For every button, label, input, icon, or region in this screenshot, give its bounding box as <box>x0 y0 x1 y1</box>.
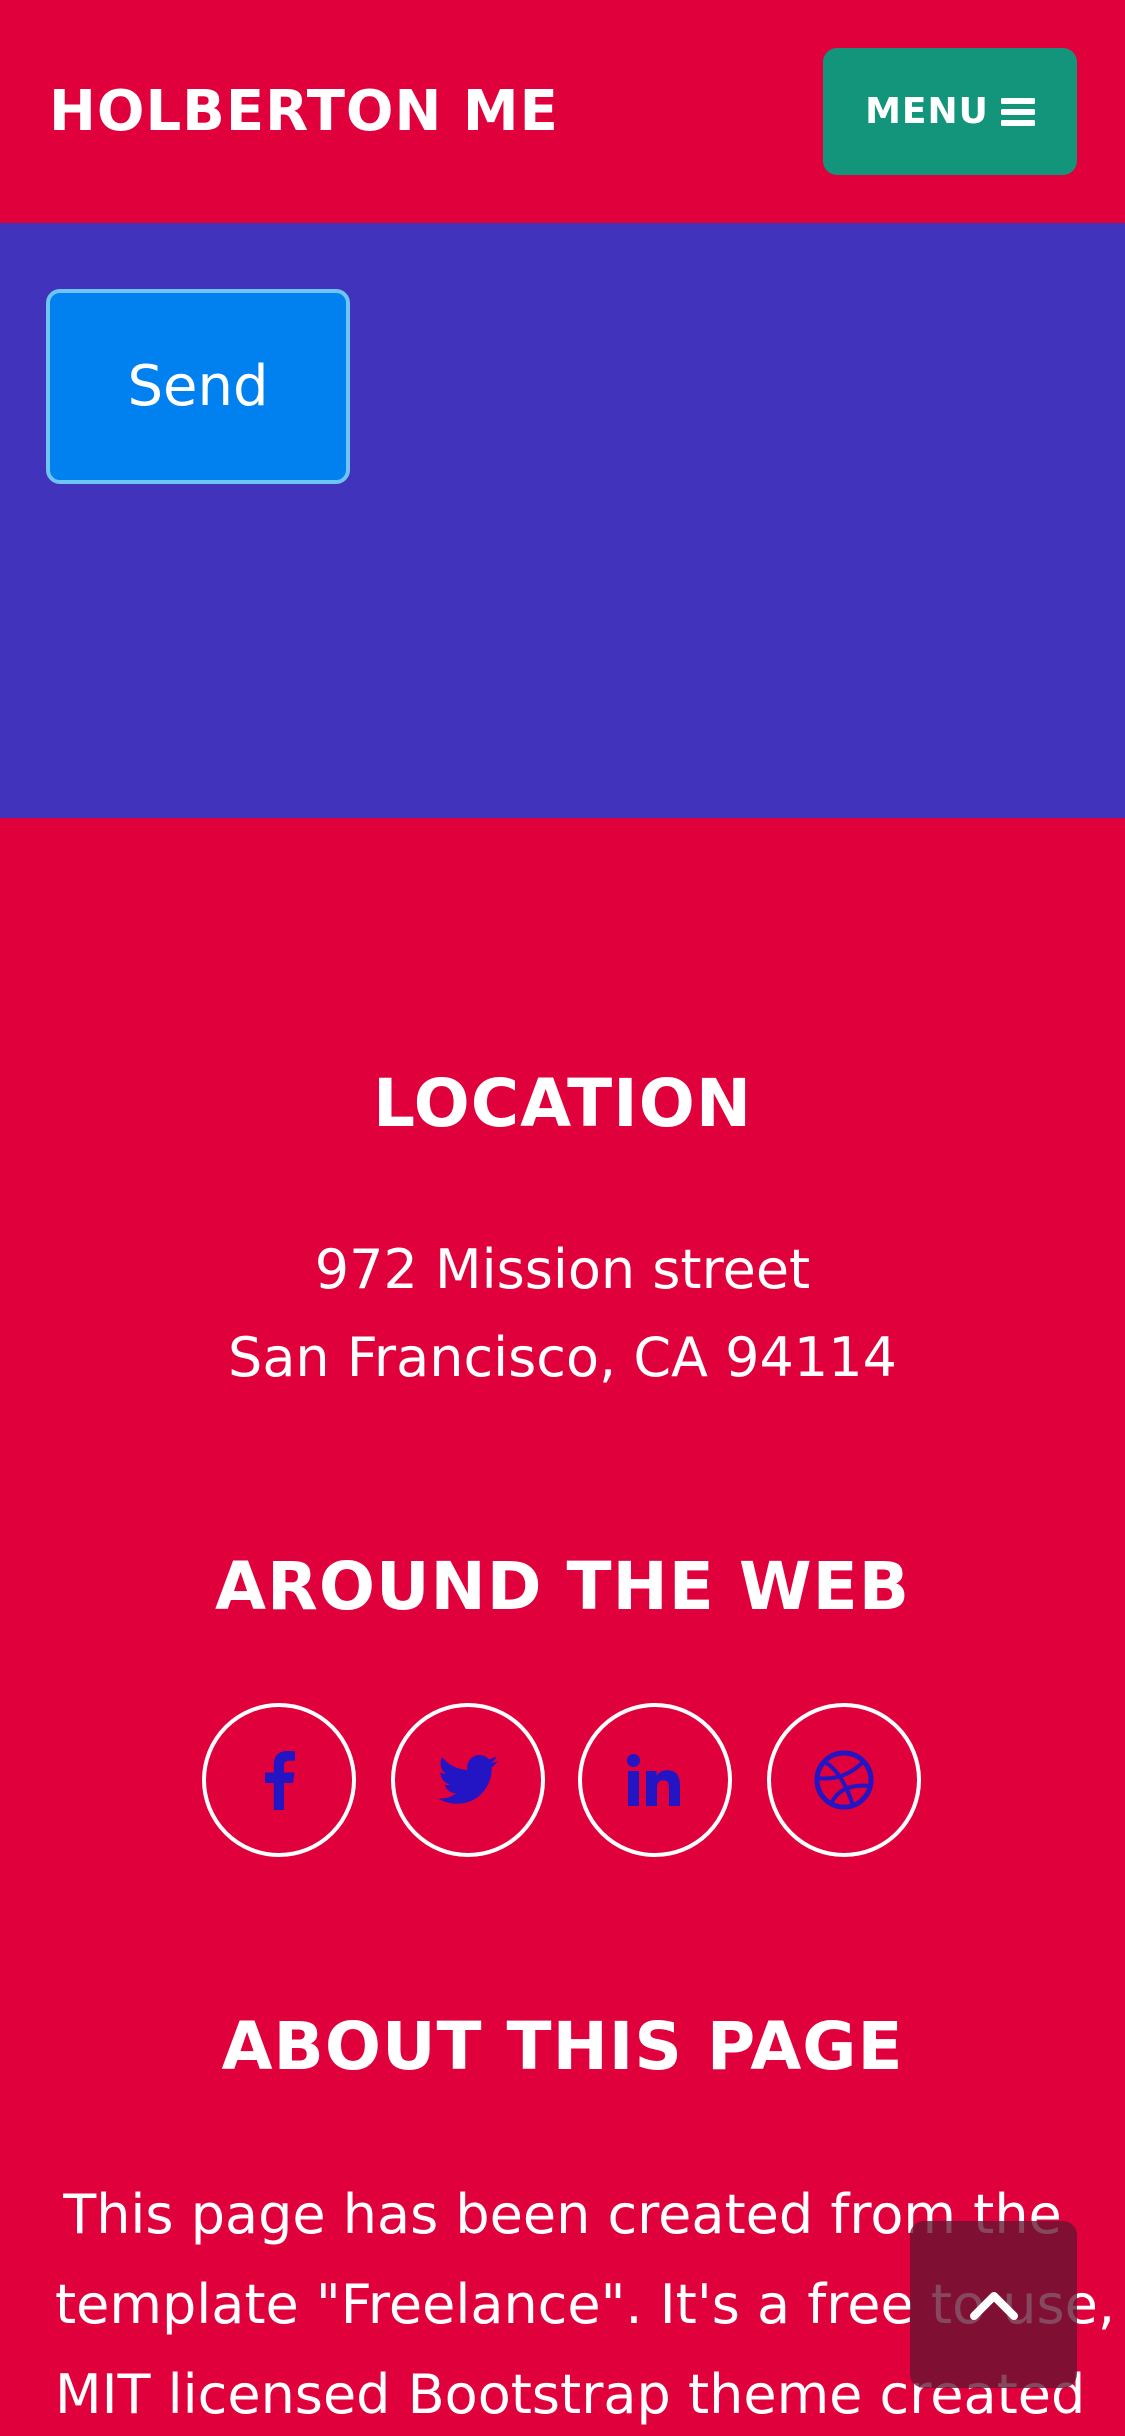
dribbble-button[interactable] <box>767 1703 921 1857</box>
facebook-button[interactable] <box>202 1703 356 1857</box>
twitter-button[interactable] <box>391 1703 545 1857</box>
dribbble-icon <box>814 1750 874 1810</box>
chevron-up-icon <box>969 2291 1018 2320</box>
about-heading: ABOUT THIS PAGE <box>221 2008 904 2085</box>
twitter-icon <box>438 1755 498 1804</box>
address-line-1: 972 Mission street <box>314 1238 811 1301</box>
facebook-icon <box>265 1751 295 1810</box>
address-line-2: San Francisco, CA 94114 <box>228 1326 897 1389</box>
menu-label: MENU <box>865 90 989 132</box>
navbar: HOLBERTON ME MENU <box>0 0 1125 223</box>
linkedin-button[interactable] <box>578 1703 732 1857</box>
contact-section: Send <box>0 223 1125 818</box>
menu-button[interactable]: MENU <box>823 48 1077 175</box>
footer: LOCATION 972 Mission street San Francisc… <box>0 818 1125 2436</box>
social-links <box>0 1703 1125 1863</box>
around-the-web-heading: AROUND THE WEB <box>214 1548 911 1625</box>
send-button[interactable]: Send <box>46 289 350 484</box>
address: 972 Mission street San Francisco, CA 941… <box>0 1226 1125 1402</box>
linkedin-icon <box>627 1754 680 1806</box>
bars-icon <box>1000 97 1035 127</box>
scroll-to-top-button[interactable] <box>910 2221 1077 2388</box>
location-heading: LOCATION <box>372 1065 753 1142</box>
brand-link[interactable]: HOLBERTON ME <box>49 78 559 146</box>
